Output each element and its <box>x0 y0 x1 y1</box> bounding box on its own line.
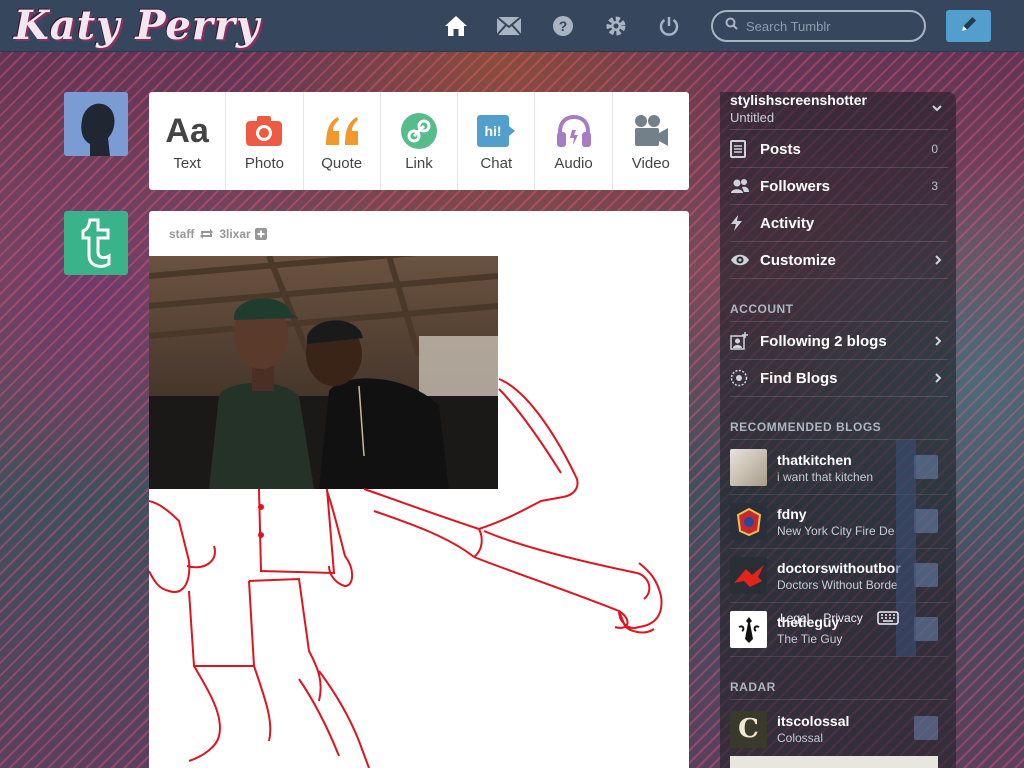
following-icon <box>730 332 760 350</box>
gear-icon[interactable] <box>603 13 629 39</box>
sidebar-item-following[interactable]: Following 2 blogs <box>730 323 948 360</box>
post-type-bar: Aa Text Photo Quote Link hi! Chat Audio <box>149 92 689 190</box>
power-icon[interactable] <box>656 13 682 39</box>
silhouette-icon <box>64 92 128 156</box>
sidebar-item-customize[interactable]: Customize <box>730 242 948 279</box>
posts-icon <box>730 140 760 158</box>
colossal-logo: C <box>730 710 767 748</box>
chat-icon: hi! <box>476 111 516 151</box>
sidebar-item-label: Find Blogs <box>760 369 838 387</box>
compose-button[interactable] <box>946 10 991 42</box>
compose-icon <box>959 14 979 39</box>
svg-text:?: ? <box>559 18 568 34</box>
follow-blog-button[interactable] <box>914 617 938 641</box>
help-icon[interactable]: ? <box>550 13 576 39</box>
compass-icon <box>730 369 760 387</box>
legal-link[interactable]: Legal <box>780 611 809 625</box>
eye-icon <box>730 253 760 267</box>
radar-blog-item[interactable]: C itscolossal Colossal <box>730 702 948 756</box>
quote-icon <box>322 111 362 151</box>
post-type-link[interactable]: Link <box>381 92 459 190</box>
follow-blog-button[interactable] <box>914 509 938 533</box>
tumblr-t-icon <box>81 218 111 268</box>
sidebar-item-activity[interactable]: Activity <box>730 205 948 242</box>
right-sidebar: stylishscreenshotter Untitled Posts 0 Fo… <box>720 92 956 768</box>
post-type-photo[interactable]: Photo <box>226 92 304 190</box>
footer-links: Legal Privacy <box>780 611 899 625</box>
lightning-icon <box>730 214 760 232</box>
follow-blog-button[interactable] <box>914 455 938 479</box>
chevron-right-icon <box>935 371 942 386</box>
fdny-logo <box>730 503 767 540</box>
sidebar-item-label: Customize <box>760 251 836 269</box>
sidebar-item-posts[interactable]: Posts 0 <box>730 131 948 168</box>
privacy-link[interactable]: Privacy <box>823 611 862 625</box>
post-type-chat[interactable]: hi! Chat <box>458 92 536 190</box>
post-type-quote[interactable]: Quote <box>304 92 381 190</box>
user-avatar[interactable] <box>64 92 128 156</box>
search-box[interactable] <box>711 10 926 42</box>
search-input[interactable] <box>746 18 916 34</box>
post-type-text[interactable]: Aa Text <box>149 92 227 190</box>
blog-switcher[interactable]: stylishscreenshotter Untitled <box>730 92 948 130</box>
keyboard-icon[interactable] <box>876 611 899 625</box>
camera-icon <box>245 111 283 151</box>
follow-blog-button[interactable] <box>914 563 938 587</box>
blog-name: stylishscreenshotter <box>730 92 867 108</box>
posts-count: 0 <box>931 142 938 156</box>
sidebar-item-label: Activity <box>760 214 815 232</box>
msf-logo <box>730 557 767 594</box>
blog-logo[interactable]: Katy Perry <box>14 2 260 49</box>
sidebar-item-find-blogs[interactable]: Find Blogs <box>730 360 948 397</box>
headphones-icon <box>555 111 593 151</box>
chevron-right-icon <box>935 334 942 349</box>
follow-blog-button[interactable] <box>914 716 938 740</box>
svg-text:hi!: hi! <box>485 123 502 139</box>
top-navbar: Katy Perry ? <box>0 0 1024 52</box>
followers-count: 3 <box>931 179 938 193</box>
post-type-audio[interactable]: Audio <box>535 92 613 190</box>
tie-guy-logo <box>730 611 767 648</box>
radar-section-title: RADAR <box>730 680 948 700</box>
tumblr-staff-avatar[interactable] <box>64 211 128 275</box>
video-camera-icon <box>632 111 670 151</box>
chevron-right-icon <box>935 253 942 268</box>
blog-avatar <box>730 449 767 486</box>
sidebar-item-label: Followers <box>760 177 831 195</box>
sidebar-item-label: Posts <box>760 140 801 158</box>
account-section-title: ACCOUNT <box>730 302 948 322</box>
blog-title: Untitled <box>730 110 775 125</box>
mail-icon[interactable] <box>496 13 522 39</box>
text-icon: Aa <box>165 111 209 150</box>
dashboard-post: staff 3lixar <box>149 211 689 768</box>
sidebar-item-followers[interactable]: Followers 3 <box>730 168 948 205</box>
recommended-section-title: RECOMMENDED BLOGS <box>730 420 948 440</box>
post-type-video[interactable]: Video <box>613 92 689 190</box>
chevron-down-icon <box>932 100 942 115</box>
sidebar-item-label: Following 2 blogs <box>760 332 887 350</box>
followers-icon <box>730 178 760 194</box>
red-line-drawing <box>149 378 663 768</box>
link-icon <box>400 111 438 151</box>
home-icon[interactable] <box>443 13 469 39</box>
search-icon <box>725 17 738 35</box>
radar-preview-image[interactable] <box>730 756 938 768</box>
sidebar-scrollbar[interactable] <box>896 440 916 656</box>
